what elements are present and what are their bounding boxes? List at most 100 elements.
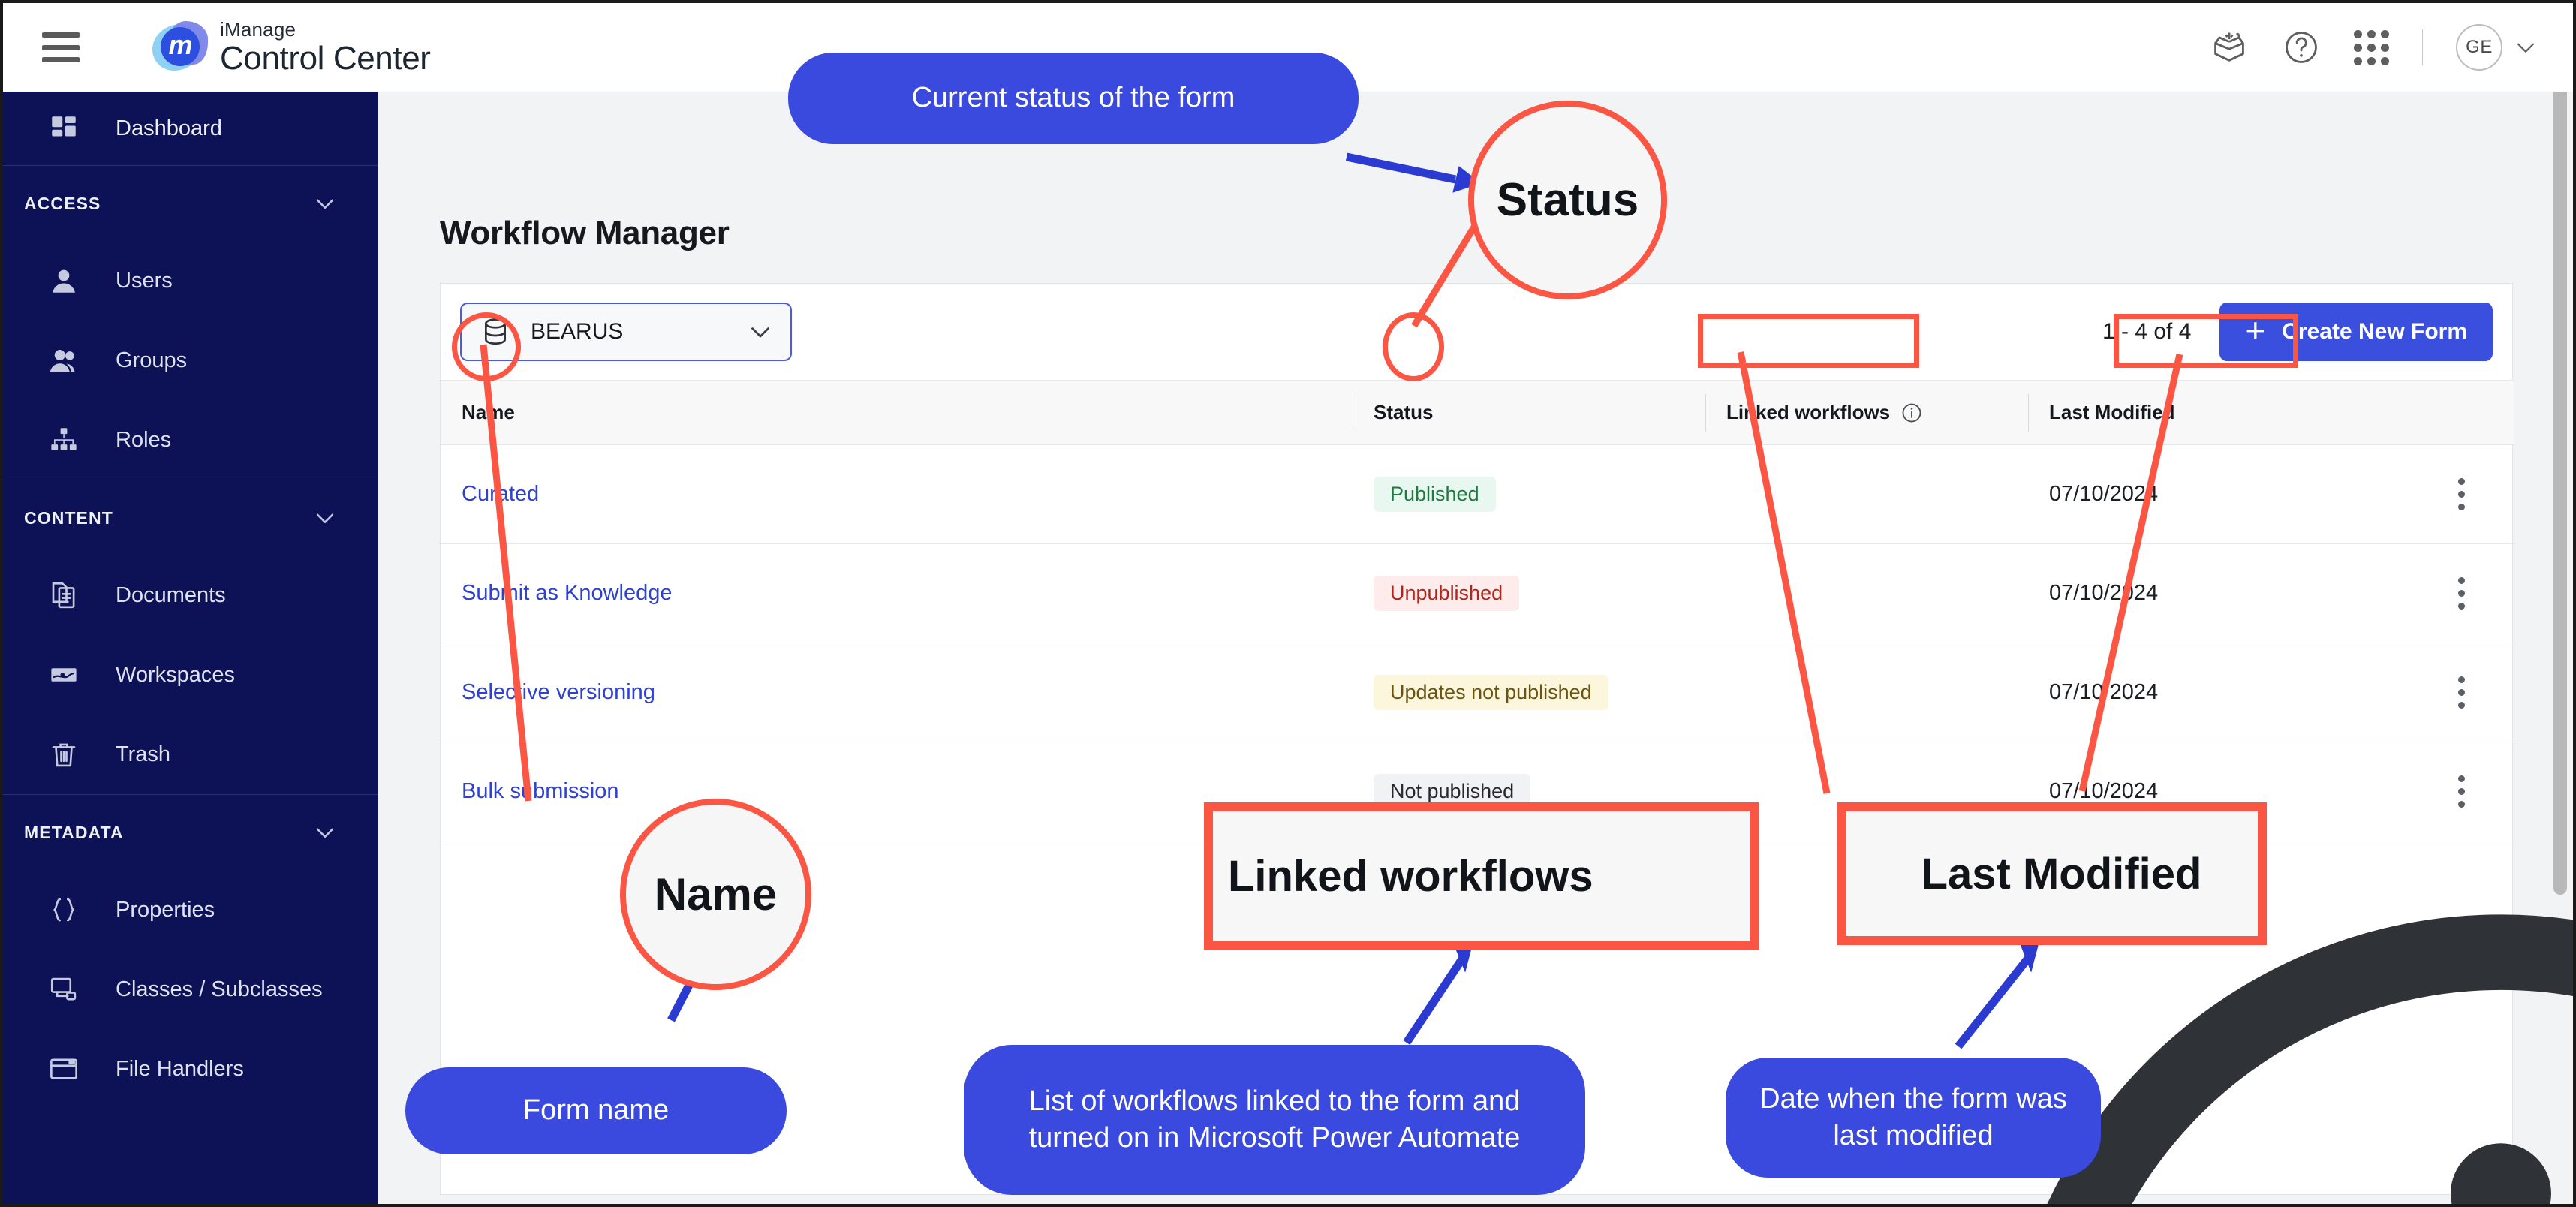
- sidebar-item-classes-subclasses[interactable]: Classes / Subclasses: [3, 950, 378, 1029]
- last-modified-value: 07/10/2024: [2049, 581, 2159, 605]
- sidebar-item-label: Workspaces: [116, 662, 236, 687]
- user-icon: [47, 263, 81, 298]
- open-box-sparkle-icon[interactable]: [2210, 28, 2249, 67]
- plus-icon: +: [2245, 311, 2266, 350]
- documents-icon: [47, 578, 81, 613]
- cell-status: Updates not published: [1353, 643, 1705, 742]
- cell-name: Bulk submission: [441, 742, 1353, 841]
- brand-logo[interactable]: m iManage Control Center: [151, 18, 431, 77]
- column-header-label: Linked workflows: [1726, 401, 1891, 423]
- sidebar-item-label: Properties: [116, 897, 215, 922]
- last-modified-value: 07/10/2024: [2049, 779, 2159, 803]
- cell-status: Published: [1353, 444, 1705, 544]
- cell-last-modified: 07/10/2024: [2028, 742, 2388, 841]
- page-title: Workflow Manager: [440, 215, 730, 251]
- status-badge: Unpublished: [1374, 575, 1520, 612]
- card-toolbar: BEARUS 1 - 4 of 4 + Create New Form: [441, 284, 2512, 380]
- form-name-link[interactable]: Selective versioning: [462, 680, 655, 704]
- sidebar-scrollbar[interactable]: [2553, 9, 2567, 895]
- brand-glyph: m: [168, 29, 192, 60]
- sidebar-item-label: Dashboard: [116, 116, 222, 140]
- brand-line-2: Control Center: [220, 40, 431, 77]
- hamburger-line: [42, 44, 80, 50]
- column-header-name[interactable]: Name: [441, 380, 1353, 445]
- sidebar-item-documents[interactable]: Documents: [3, 555, 378, 635]
- status-badge: Updates not published: [1374, 674, 1608, 711]
- cell-linked-workflows: [1705, 643, 2028, 742]
- sidebar-item-dashboard[interactable]: Dashboard: [3, 92, 378, 165]
- table-header-row: Name Status Linked workflows Last Modifi…: [441, 380, 2514, 445]
- classes-icon: [47, 972, 81, 1007]
- column-header-linked-workflows[interactable]: Linked workflows: [1705, 380, 2028, 445]
- dashboard-icon: [47, 111, 81, 146]
- cell-linked-workflows: [1705, 742, 2028, 841]
- chevron-down-icon[interactable]: [2513, 35, 2538, 60]
- status-badge: Published: [1374, 476, 1496, 513]
- workspaces-icon: [47, 658, 81, 692]
- sidebar-group-content[interactable]: CONTENT: [3, 480, 378, 555]
- form-name-link[interactable]: Bulk submission: [462, 779, 619, 803]
- form-name-link[interactable]: Curated: [462, 482, 539, 506]
- cell-last-modified: 07/10/2024: [2028, 643, 2388, 742]
- user-menu[interactable]: GE: [2456, 24, 2538, 71]
- table-row[interactable]: Submit as Knowledge Unpublished 07/10/20…: [441, 543, 2514, 643]
- chevron-down-icon[interactable]: [747, 318, 774, 345]
- column-header-last-modified[interactable]: Last Modified: [2028, 380, 2388, 445]
- cell-actions: [2388, 742, 2514, 841]
- sidebar-item-workspaces[interactable]: Workspaces: [3, 635, 378, 715]
- kebab-menu-icon[interactable]: [2439, 769, 2484, 814]
- divider: [2422, 29, 2423, 65]
- sidebar-item-properties[interactable]: Properties: [3, 870, 378, 950]
- help-circle-icon[interactable]: [2282, 28, 2321, 67]
- create-new-form-button[interactable]: + Create New Form: [2219, 303, 2493, 361]
- workflow-forms-card: BEARUS 1 - 4 of 4 + Create New Form Name…: [440, 283, 2514, 1195]
- sidebar-item-users[interactable]: Users: [3, 241, 378, 321]
- column-header-label: Last Modified: [2049, 401, 2175, 423]
- chevron-down-icon[interactable]: [312, 505, 338, 531]
- cell-name: Selective versioning: [441, 643, 1353, 742]
- sidebar-item-file-handlers[interactable]: File Handlers: [3, 1029, 378, 1109]
- sidebar-item-trash[interactable]: Trash: [3, 715, 378, 794]
- sidebar-group-access[interactable]: ACCESS: [3, 166, 378, 241]
- imanage-logo-icon: m: [151, 18, 209, 77]
- avatar: GE: [2456, 24, 2502, 71]
- form-name-link[interactable]: Submit as Knowledge: [462, 581, 673, 605]
- braces-icon: [47, 892, 81, 927]
- sidebar-item-label: Users: [116, 268, 173, 293]
- cell-actions: [2388, 643, 2514, 742]
- sidebar-item-label: Classes / Subclasses: [116, 977, 323, 1001]
- cell-last-modified: 07/10/2024: [2028, 444, 2388, 544]
- table-row[interactable]: Bulk submission Not published 07/10/2024: [441, 742, 2514, 841]
- info-circle-icon[interactable]: [1900, 402, 1923, 424]
- sidebar-group-label: ACCESS: [24, 193, 101, 213]
- sidebar-item-label: File Handlers: [116, 1056, 244, 1081]
- cell-name: Submit as Knowledge: [441, 543, 1353, 643]
- file-handlers-icon: [47, 1052, 81, 1086]
- status-badge: Not published: [1374, 773, 1531, 810]
- sidebar-item-groups[interactable]: Groups: [3, 321, 378, 400]
- table-row[interactable]: Selective versioning Updates not publish…: [441, 643, 2514, 742]
- hamburger-line: [42, 57, 80, 62]
- pagination-label: 1 - 4 of 4: [2102, 319, 2192, 344]
- top-bar: m iManage Control Center GE: [3, 3, 2573, 92]
- sidebar: Dashboard ACCESS Users Groups Roles CONT…: [3, 92, 378, 1204]
- column-header-status[interactable]: Status: [1353, 380, 1705, 445]
- sidebar-item-roles[interactable]: Roles: [3, 400, 378, 480]
- sidebar-group-metadata[interactable]: METADATA: [3, 795, 378, 870]
- column-header-label: Status: [1374, 401, 1434, 423]
- kebab-menu-icon[interactable]: [2439, 670, 2484, 715]
- hamburger-icon[interactable]: [42, 32, 80, 62]
- table-row[interactable]: Curated Published 07/10/2024: [441, 444, 2514, 544]
- chevron-down-icon[interactable]: [312, 820, 338, 845]
- sidebar-item-label: Groups: [116, 348, 188, 372]
- kebab-menu-icon[interactable]: [2439, 571, 2484, 616]
- cell-status: Unpublished: [1353, 543, 1705, 643]
- chevron-down-icon[interactable]: [312, 191, 338, 216]
- column-header-label: Name: [462, 401, 515, 423]
- database-icon: [478, 315, 513, 349]
- app-window: m iManage Control Center GE Dashboard AC…: [0, 0, 2576, 1207]
- kebab-menu-icon[interactable]: [2439, 472, 2484, 517]
- column-header-actions: [2388, 380, 2514, 445]
- database-select[interactable]: BEARUS: [460, 303, 792, 361]
- apps-grid-icon[interactable]: [2354, 29, 2389, 65]
